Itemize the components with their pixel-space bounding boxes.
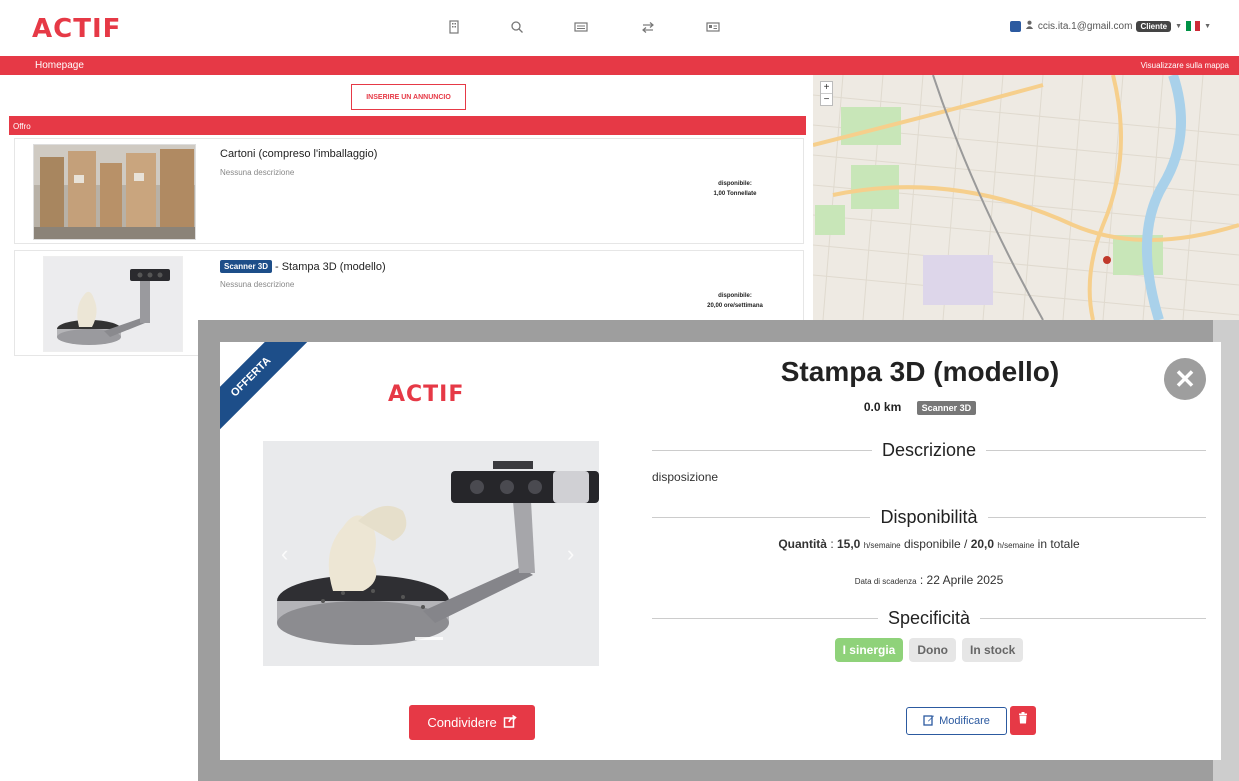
chevron-down-icon[interactable]: ▼ xyxy=(1204,23,1211,30)
expiry-value: : 22 Aprile 2025 xyxy=(919,573,1004,587)
building-icon[interactable] xyxy=(446,20,462,36)
search-icon[interactable] xyxy=(509,20,525,36)
brand-logo[interactable]: ACTIF xyxy=(32,14,121,44)
share-icon xyxy=(503,714,517,731)
availability-value: 20,00 ore/settimana xyxy=(707,303,763,309)
listing-availability: disponibile: 20,00 ore/settimana xyxy=(685,291,785,311)
availability-label: disponibile: xyxy=(718,181,752,187)
listing-title[interactable]: Cartoni (compreso l'imballaggio) xyxy=(220,148,377,160)
close-icon: ✕ xyxy=(1174,364,1196,394)
quantity-line: Quantità : 15,0 h/semaine disponibile / … xyxy=(652,537,1206,551)
listing-title[interactable]: Scanner 3D - Stampa 3D (modello) xyxy=(220,260,386,273)
spec-chips: I sinergia Dono In stock xyxy=(652,638,1206,662)
carousel-indicator[interactable] xyxy=(415,637,443,640)
total-amount: 20,0 xyxy=(970,537,995,551)
category-tag: Scanner 3D xyxy=(220,260,273,273)
distance-value: 0.0 km xyxy=(863,400,902,414)
quantity-separator: : xyxy=(826,537,837,551)
top-navbar: ACTIF ccis.ita.1@gmail.com Cliente ▼ ▼ xyxy=(0,0,1239,54)
user-icon xyxy=(1025,20,1034,32)
available-amount: 15,0 xyxy=(837,537,861,551)
delete-button[interactable] xyxy=(1010,706,1036,735)
profile-card-icon xyxy=(1009,20,1021,32)
user-email[interactable]: ccis.ita.1@gmail.com xyxy=(1038,21,1133,32)
map-zoom-in-button[interactable]: + xyxy=(821,82,832,94)
insert-listing-button[interactable]: INSERIRE UN ANNUNCIO xyxy=(351,84,466,110)
listing-description: Nessuna descrizione xyxy=(220,280,295,289)
view-on-map-link[interactable]: Visualizzare sulla mappa xyxy=(1141,61,1229,70)
offer-ribbon: OFFERTA xyxy=(220,342,315,441)
list-icon[interactable] xyxy=(573,20,589,36)
edit-button-label: Modificare xyxy=(939,715,990,727)
expiry-line: Data di scadenza : 22 Aprile 2025 xyxy=(652,573,1206,587)
category-tag: Scanner 3D xyxy=(916,401,977,415)
product-image-carousel[interactable]: ‹ › xyxy=(263,441,599,666)
section-header-offro: Offro xyxy=(9,116,806,135)
chevron-down-icon[interactable]: ▼ xyxy=(1175,23,1182,30)
map-zoom-control: + − xyxy=(820,81,833,106)
quantity-label: Quantità xyxy=(778,537,827,551)
close-modal-button[interactable]: ✕ xyxy=(1164,358,1206,400)
carousel-prev-icon[interactable]: ‹ xyxy=(281,541,288,567)
spec-chip-synergy: I sinergia xyxy=(834,638,904,662)
listing-thumbnail-scanner[interactable] xyxy=(43,256,183,352)
listing-title-text[interactable]: Cartoni (compreso l'imballaggio) xyxy=(220,148,377,160)
listing-thumbnail-boxes[interactable] xyxy=(33,144,196,240)
specs-header: Specificità xyxy=(652,606,1206,630)
exchange-icon[interactable] xyxy=(640,20,656,36)
title-separator: - xyxy=(275,260,279,273)
share-button[interactable]: Condividere xyxy=(409,705,535,740)
carousel-next-icon[interactable]: › xyxy=(567,541,574,567)
availability-value: 1,00 Tonnellate xyxy=(713,191,757,197)
section-title: Offro xyxy=(13,122,31,131)
edit-icon xyxy=(923,714,935,729)
modal-subtitle: 0.0 km Scanner 3D xyxy=(650,400,1190,415)
role-badge: Cliente xyxy=(1136,20,1172,32)
description-header: Descrizione xyxy=(652,438,1206,462)
map-view[interactable] xyxy=(813,75,1239,320)
listing-description: Nessuna descrizione xyxy=(220,168,295,177)
total-word: in totale xyxy=(1037,537,1080,551)
spec-chip-gift: Dono xyxy=(909,638,956,662)
listing-availability: disponibile: 1,00 Tonnellate xyxy=(685,179,785,199)
breadcrumb-bar: Homepage Visualizzare sulla mappa xyxy=(0,56,1239,75)
italy-flag-icon[interactable] xyxy=(1186,21,1201,31)
listing-card[interactable]: Cartoni (compreso l'imballaggio) Nessuna… xyxy=(14,138,804,244)
specs-header-text: Specificità xyxy=(877,608,981,628)
id-card-icon[interactable] xyxy=(705,20,721,36)
listing-title-text[interactable]: Stampa 3D (modello) xyxy=(282,261,386,273)
availability-header: Disponibilità xyxy=(652,505,1206,529)
spec-chip-in-stock: In stock xyxy=(961,638,1024,662)
expiry-label: Data di scadenza xyxy=(854,577,917,586)
description-text: disposizione xyxy=(652,470,719,484)
availability-header-text: Disponibilità xyxy=(870,507,988,527)
unit-label: h/semaine xyxy=(997,541,1035,550)
breadcrumb-home[interactable]: Homepage xyxy=(35,60,84,71)
map-zoom-out-button[interactable]: − xyxy=(821,94,832,105)
available-word: disponibile / xyxy=(903,537,968,551)
listing-detail-modal: OFFERTA ACTIF ‹ › Condividere Stampa 3D … xyxy=(220,342,1221,760)
trash-icon xyxy=(1018,712,1028,727)
description-header-text: Descrizione xyxy=(871,440,987,460)
modal-brand-logo: ACTIF xyxy=(388,382,465,407)
share-button-label: Condividere xyxy=(427,715,497,730)
edit-button[interactable]: Modificare xyxy=(906,707,1007,735)
user-menu[interactable]: ccis.ita.1@gmail.com Cliente ▼ ▼ xyxy=(1009,20,1211,32)
modal-title: Stampa 3D (modello) xyxy=(780,356,1060,387)
unit-label: h/semaine xyxy=(863,541,901,550)
availability-label: disponibile: xyxy=(718,293,752,299)
